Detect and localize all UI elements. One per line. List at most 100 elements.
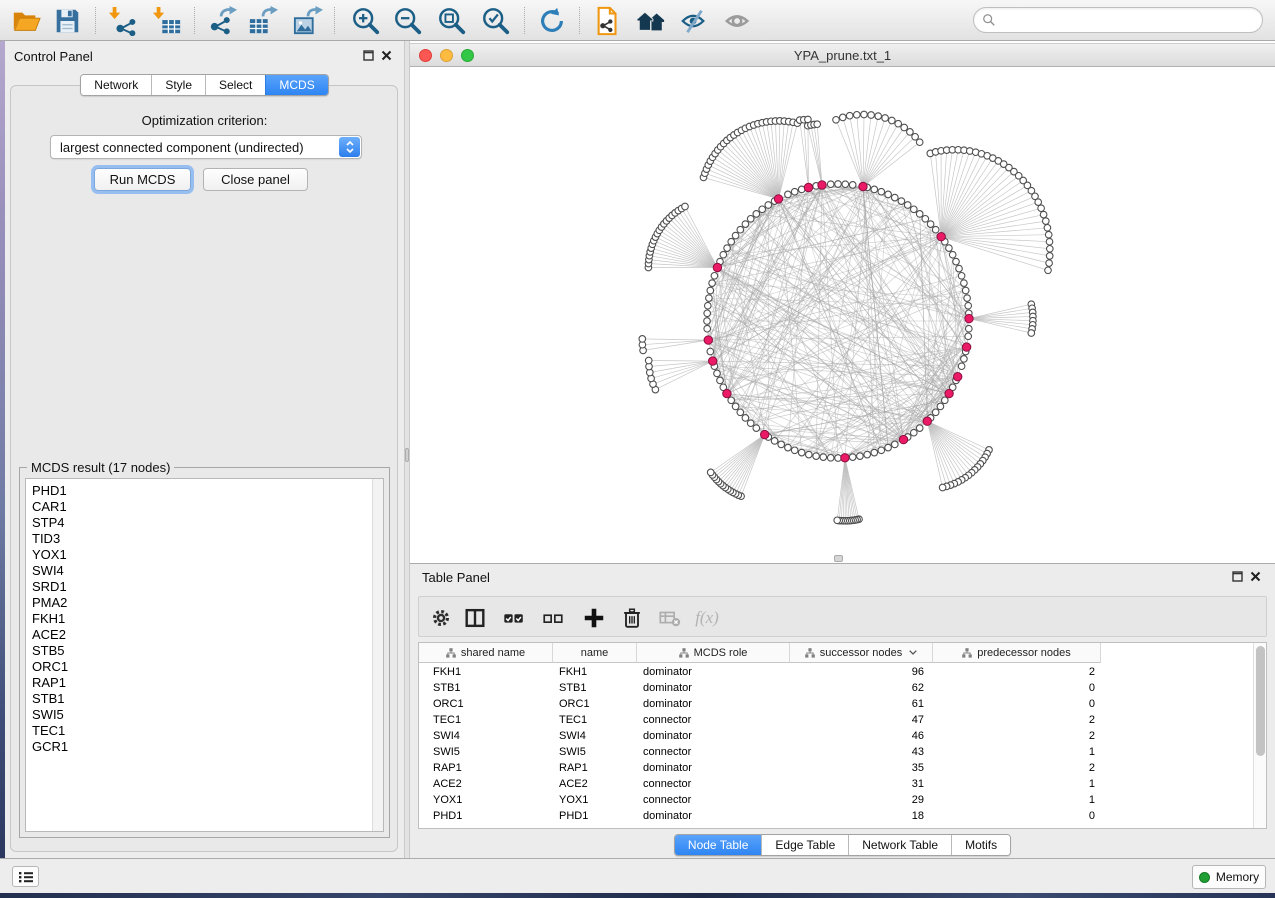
export-network-icon[interactable] <box>205 3 241 39</box>
table-tabs: Node TableEdge TableNetwork TableMotifs <box>674 834 1011 856</box>
memory-button[interactable]: Memory <box>1192 865 1266 889</box>
table-row[interactable]: TEC1TEC1connector472 <box>419 712 1119 728</box>
deselect-all-rows-icon[interactable] <box>539 604 567 632</box>
mcds-result-item[interactable]: STP4 <box>26 515 372 531</box>
table-row[interactable]: STB1STB1dominator620 <box>419 680 1119 696</box>
column-header-predecessor-nodes[interactable]: predecessor nodes <box>933 643 1101 663</box>
search-box[interactable] <box>973 7 1263 33</box>
toolbar-separator <box>334 7 335 34</box>
mcds-result-item[interactable]: TID3 <box>26 531 372 547</box>
mcds-result-item[interactable]: PMA2 <box>26 595 372 611</box>
splitter-grip[interactable] <box>405 448 409 462</box>
mcds-result-item[interactable]: STB1 <box>26 691 372 707</box>
table-scrollbar-thumb[interactable] <box>1256 646 1265 756</box>
mcds-result-item[interactable]: RAP1 <box>26 675 372 691</box>
cell-predecessor_nodes: 1 <box>1035 776 1095 792</box>
task-history-button[interactable] <box>12 866 39 887</box>
node-table: shared namenameMCDS rolesuccessor nodesp… <box>418 642 1267 829</box>
zoom-fit-icon[interactable] <box>434 3 470 39</box>
close-panel-icon[interactable] <box>381 50 392 61</box>
mcds-result-item[interactable]: FKH1 <box>26 611 372 627</box>
import-network-icon[interactable] <box>105 3 141 39</box>
tab-style[interactable]: Style <box>151 75 205 95</box>
cell-mcds_role: connector <box>643 712 691 728</box>
mcds-result-item[interactable]: CAR1 <box>26 499 372 515</box>
tab-mcds[interactable]: MCDS <box>265 75 327 95</box>
optimization-criterion-select[interactable]: largest connected component (undirected) <box>50 135 362 159</box>
table-row[interactable]: RAP1RAP1dominator352 <box>419 760 1119 776</box>
app-window: Control Panel NetworkStyleSelectMCDS Opt… <box>0 0 1275 898</box>
toolbar-separator <box>95 7 96 34</box>
tab-network[interactable]: Network <box>81 75 151 95</box>
network-view-window: YPA_prune.txt_1 <box>410 41 1275 563</box>
table-row[interactable]: ACE2ACE2connector311 <box>419 776 1119 792</box>
table-scrollbar[interactable] <box>1253 643 1266 828</box>
tab-node-table[interactable]: Node Table <box>675 835 762 855</box>
cell-mcds_role: connector <box>643 744 691 760</box>
table-row[interactable]: SWI5SWI5connector431 <box>419 744 1119 760</box>
save-session-icon[interactable] <box>49 3 85 39</box>
export-table-icon[interactable] <box>245 3 281 39</box>
mcds-result-item[interactable]: ORC1 <box>26 659 372 675</box>
run-mcds-button[interactable]: Run MCDS <box>94 168 191 191</box>
cell-name: RAP1 <box>559 760 588 776</box>
search-input[interactable] <box>1000 10 1262 30</box>
mcds-result-item[interactable]: YOX1 <box>26 547 372 563</box>
new-network-from-selection-icon[interactable] <box>590 3 626 39</box>
mcds-result-item[interactable]: SRD1 <box>26 579 372 595</box>
table-settings-icon[interactable] <box>427 604 455 632</box>
cell-name: SWI5 <box>559 744 586 760</box>
zoom-in-icon[interactable] <box>348 3 384 39</box>
mcds-result-item[interactable]: SWI5 <box>26 707 372 723</box>
open-file-icon[interactable] <box>8 3 44 39</box>
mcds-result-item[interactable]: SWI4 <box>26 563 372 579</box>
toolbar-separator <box>524 7 525 34</box>
column-header-name[interactable]: name <box>553 643 637 663</box>
float-table-panel-icon[interactable] <box>1232 571 1243 582</box>
cell-shared_name: STB1 <box>433 680 461 696</box>
show-all-icon[interactable] <box>720 3 756 39</box>
apply-layout-icon[interactable] <box>534 3 570 39</box>
first-neighbors-icon[interactable] <box>633 3 669 39</box>
toggle-columns-icon[interactable] <box>461 604 489 632</box>
cell-name: FKH1 <box>559 664 587 680</box>
cell-predecessor_nodes: 0 <box>1035 808 1095 824</box>
cell-successor_nodes: 46 <box>864 728 924 744</box>
cell-mcds_role: connector <box>643 776 691 792</box>
mcds-result-item[interactable]: PHD1 <box>26 483 372 499</box>
tab-network-table[interactable]: Network Table <box>848 835 951 855</box>
cell-predecessor_nodes: 0 <box>1035 696 1095 712</box>
cell-shared_name: RAP1 <box>433 760 462 776</box>
tab-edge-table[interactable]: Edge Table <box>761 835 848 855</box>
delete-column-icon[interactable] <box>618 604 646 632</box>
memory-status-icon <box>1199 872 1210 883</box>
mcds-result-item[interactable]: STB5 <box>26 643 372 659</box>
table-row[interactable]: ORC1ORC1dominator610 <box>419 696 1119 712</box>
tab-select[interactable]: Select <box>205 75 265 95</box>
result-list-scrollbar[interactable] <box>372 479 383 831</box>
select-all-rows-icon[interactable] <box>500 604 528 632</box>
column-header-shared-name[interactable]: shared name <box>419 643 553 663</box>
hide-selection-icon[interactable] <box>676 3 712 39</box>
table-row[interactable]: FKH1FKH1dominator962 <box>419 664 1119 680</box>
close-table-panel-icon[interactable] <box>1250 571 1261 582</box>
add-column-icon[interactable] <box>580 604 608 632</box>
import-table-icon[interactable] <box>149 3 185 39</box>
table-row[interactable]: YOX1YOX1connector291 <box>419 792 1119 808</box>
float-panel-icon[interactable] <box>363 50 374 61</box>
close-panel-button[interactable]: Close panel <box>203 168 308 191</box>
column-header-successor-nodes[interactable]: successor nodes <box>790 643 933 663</box>
mcds-result-item[interactable]: ACE2 <box>26 627 372 643</box>
horizontal-splitter-grip[interactable] <box>834 555 843 562</box>
zoom-selected-icon[interactable] <box>478 3 514 39</box>
mcds-result-item[interactable]: TEC1 <box>26 723 372 739</box>
mcds-result-item[interactable]: GCR1 <box>26 739 372 755</box>
network-canvas[interactable] <box>410 68 1275 563</box>
export-image-icon[interactable] <box>290 3 326 39</box>
column-header-MCDS-role[interactable]: MCDS role <box>637 643 790 663</box>
table-row[interactable]: SWI4SWI4dominator462 <box>419 728 1119 744</box>
table-row[interactable]: PHD1PHD1dominator180 <box>419 808 1119 824</box>
zoom-out-icon[interactable] <box>390 3 426 39</box>
network-window-titlebar[interactable]: YPA_prune.txt_1 <box>410 43 1275 67</box>
tab-motifs[interactable]: Motifs <box>951 835 1010 855</box>
